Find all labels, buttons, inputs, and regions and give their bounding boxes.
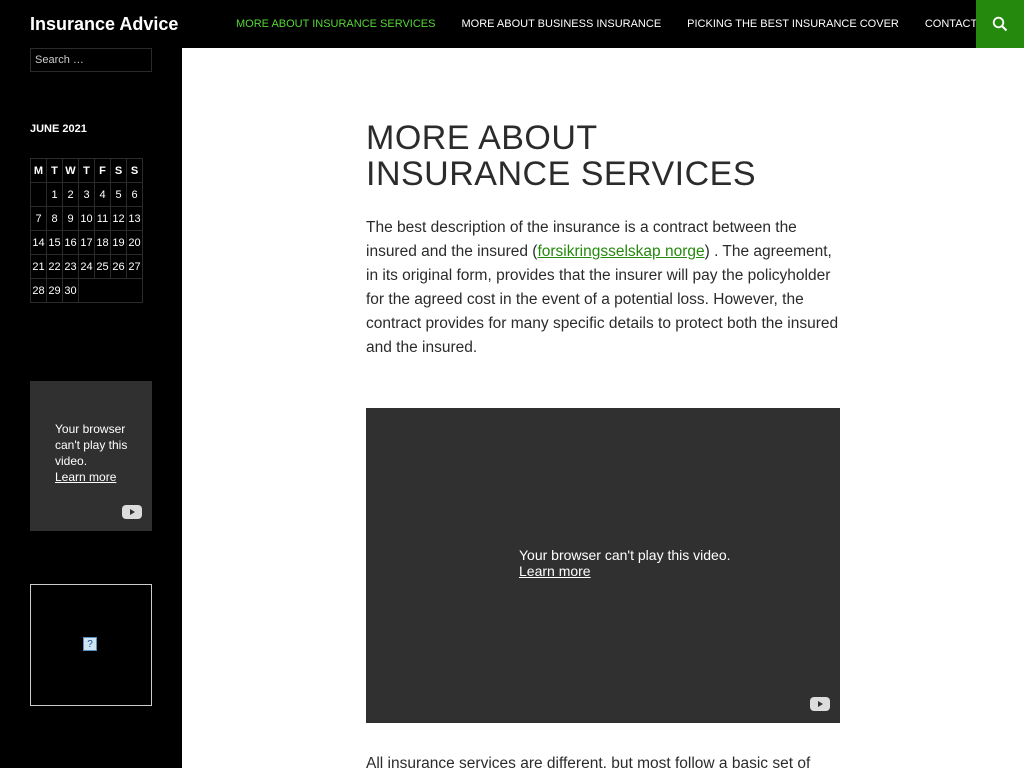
main-content: MORE ABOUT INSURANCE SERVICES The best d… <box>182 48 1024 768</box>
calendar-week-row: 21 22 23 24 25 26 27 <box>30 254 143 279</box>
body-paragraph: All insurance services are different, bu… <box>366 755 811 768</box>
calendar-day: 20 <box>126 230 143 255</box>
search-input[interactable] <box>30 48 152 72</box>
video-message-block: Your browser can't play this video. Lear… <box>519 547 731 579</box>
search-toggle-button[interactable] <box>976 0 1024 48</box>
calendar-day-header: T <box>46 158 63 183</box>
calendar-day: 30 <box>62 278 79 303</box>
calendar-week-row: 14 15 16 17 18 19 20 <box>30 230 143 255</box>
calendar-day: 22 <box>46 254 63 279</box>
calendar-day: 14 <box>30 230 47 255</box>
calendar-day: 2 <box>62 182 79 207</box>
calendar-day-header: W <box>62 158 79 183</box>
calendar-day-header: M <box>30 158 47 183</box>
insurance-company-link[interactable]: forsikringsselskap norge <box>537 243 704 260</box>
video-error-message: Your browser can't play this video. <box>519 547 731 563</box>
search-icon <box>992 16 1008 32</box>
calendar-day: 19 <box>110 230 127 255</box>
calendar-day: 8 <box>46 206 63 231</box>
calendar-day: 26 <box>110 254 127 279</box>
calendar-day-header: T <box>78 158 95 183</box>
site-title[interactable]: Insurance Advice <box>30 12 178 36</box>
calendar-day-header: F <box>94 158 111 183</box>
calendar-day-header: S <box>126 158 143 183</box>
calendar-day: 1 <box>46 182 63 207</box>
top-bar: Insurance Advice MORE ABOUT INSURANCE SE… <box>0 0 1024 48</box>
calendar-header-row: M T W T F S S <box>30 158 143 183</box>
calendar-day: 3 <box>78 182 95 207</box>
calendar-day: 21 <box>30 254 47 279</box>
calendar-empty-cell <box>78 278 143 303</box>
main-video-player[interactable]: Your browser can't play this video. Lear… <box>366 408 840 723</box>
youtube-icon[interactable] <box>810 697 830 711</box>
calendar-day: 18 <box>94 230 111 255</box>
calendar-day: 24 <box>78 254 95 279</box>
sidebar: JUNE 2021 M T W T F S S 1 2 3 4 5 6 <box>0 48 182 768</box>
calendar-day: 25 <box>94 254 111 279</box>
youtube-icon[interactable] <box>122 505 142 519</box>
page-title: MORE ABOUT INSURANCE SERVICES <box>366 119 757 193</box>
calendar-day: 27 <box>126 254 143 279</box>
calendar-week-row: 7 8 9 10 11 12 13 <box>30 206 143 231</box>
learn-more-link[interactable]: Learn more <box>519 563 591 579</box>
calendar-title: JUNE 2021 <box>30 123 87 135</box>
calendar-day-header: S <box>110 158 127 183</box>
calendar-day: 13 <box>126 206 143 231</box>
calendar-day: 29 <box>46 278 63 303</box>
calendar-day: 5 <box>110 182 127 207</box>
calendar-day: 10 <box>78 206 95 231</box>
calendar-day: 15 <box>46 230 63 255</box>
calendar-day: 9 <box>62 206 79 231</box>
nav-item-business-insurance[interactable]: MORE ABOUT BUSINESS INSURANCE <box>461 0 661 48</box>
calendar-day: 28 <box>30 278 47 303</box>
sidebar-video-player[interactable]: Your browser can't play this video. Lear… <box>30 381 152 531</box>
calendar-day: 23 <box>62 254 79 279</box>
sidebar-embed-frame: ? <box>30 584 152 706</box>
calendar-day: 6 <box>126 182 143 207</box>
calendar-week-row: 1 2 3 4 5 6 <box>30 182 143 207</box>
calendar-day: 7 <box>30 206 47 231</box>
video-error-message: Your browser can't play this video. <box>55 422 128 468</box>
primary-nav: MORE ABOUT INSURANCE SERVICES MORE ABOUT… <box>236 0 1021 48</box>
calendar-week-row: 28 29 30 <box>30 278 143 303</box>
calendar-day: 17 <box>78 230 95 255</box>
broken-image-icon: ? <box>83 637 97 651</box>
nav-item-best-insurance-cover[interactable]: PICKING THE BEST INSURANCE COVER <box>687 0 899 48</box>
calendar: M T W T F S S 1 2 3 4 5 6 7 8 9 10 11 12… <box>30 158 143 303</box>
learn-more-link[interactable]: Learn more <box>55 469 145 485</box>
calendar-day <box>30 182 47 207</box>
nav-item-insurance-services[interactable]: MORE ABOUT INSURANCE SERVICES <box>236 0 435 48</box>
calendar-day: 4 <box>94 182 111 207</box>
calendar-day: 16 <box>62 230 79 255</box>
calendar-day: 12 <box>110 206 127 231</box>
video-message-block: Your browser can't play this video. Lear… <box>55 421 145 485</box>
intro-paragraph: The best description of the insurance is… <box>366 216 840 360</box>
calendar-day: 11 <box>94 206 111 231</box>
